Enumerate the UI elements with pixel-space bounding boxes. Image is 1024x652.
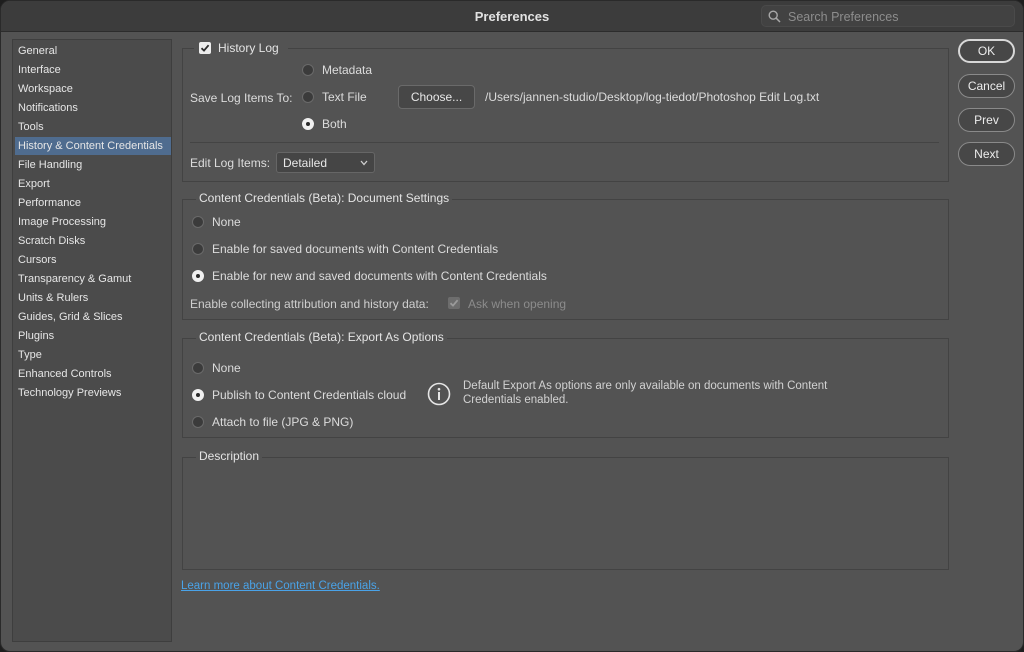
search-icon bbox=[768, 10, 781, 23]
export-attach-radio[interactable] bbox=[192, 416, 204, 428]
info-text-line2: Credentials enabled. bbox=[463, 394, 569, 406]
history-log-header: History Log bbox=[194, 40, 289, 56]
divider bbox=[190, 142, 939, 143]
export-none-radio[interactable] bbox=[192, 362, 204, 374]
doc-saved-radio[interactable] bbox=[192, 243, 204, 255]
next-button[interactable]: Next bbox=[958, 142, 1015, 166]
checkmark-icon bbox=[449, 299, 459, 307]
sidebar-item-scratch-disks[interactable]: Scratch Disks bbox=[15, 232, 171, 250]
save-log-items-label: Save Log Items To: bbox=[190, 91, 293, 105]
export-publish-label[interactable]: Publish to Content Credentials cloud bbox=[212, 388, 406, 402]
edit-log-items-value: Detailed bbox=[283, 156, 328, 170]
description-title: Description bbox=[196, 449, 263, 463]
document-settings-title: Content Credentials (Beta): Document Set… bbox=[196, 191, 453, 205]
sidebar-item-guides-grid-slices[interactable]: Guides, Grid & Slices bbox=[15, 308, 171, 326]
sidebar-item-notifications[interactable]: Notifications bbox=[15, 99, 171, 117]
both-radio[interactable] bbox=[302, 118, 314, 130]
prev-button[interactable]: Prev bbox=[958, 108, 1015, 132]
sidebar-item-history-content-credentials[interactable]: History & Content Credentials bbox=[15, 137, 171, 155]
sidebar-item-transparency-gamut[interactable]: Transparency & Gamut bbox=[15, 270, 171, 288]
sidebar-item-type[interactable]: Type bbox=[15, 346, 171, 364]
edit-log-items-label: Edit Log Items: bbox=[190, 156, 271, 170]
sidebar-item-interface[interactable]: Interface bbox=[15, 61, 171, 79]
edit-log-items-select[interactable]: Detailed bbox=[276, 152, 375, 173]
sidebar-item-cursors[interactable]: Cursors bbox=[15, 251, 171, 269]
choose-button[interactable]: Choose... bbox=[398, 85, 475, 109]
cancel-button[interactable]: Cancel bbox=[958, 74, 1015, 98]
sidebar-item-technology-previews[interactable]: Technology Previews bbox=[15, 384, 171, 402]
metadata-radio[interactable] bbox=[302, 64, 314, 76]
learn-more-link[interactable]: Learn more about Content Credentials. bbox=[181, 580, 380, 592]
info-text-line1: Default Export As options are only avail… bbox=[463, 380, 828, 392]
preferences-window: Preferences General Interface Workspace … bbox=[0, 0, 1024, 652]
history-log-title: History Log bbox=[218, 41, 279, 55]
checkmark-icon bbox=[200, 44, 210, 52]
ok-button[interactable]: OK bbox=[958, 39, 1015, 63]
both-label[interactable]: Both bbox=[322, 117, 347, 131]
title-bar: Preferences bbox=[1, 1, 1023, 32]
text-file-label[interactable]: Text File bbox=[322, 90, 367, 104]
sidebar-item-enhanced-controls[interactable]: Enhanced Controls bbox=[15, 365, 171, 383]
ask-when-opening-label: Ask when opening bbox=[468, 297, 567, 311]
doc-none-radio[interactable] bbox=[192, 216, 204, 228]
doc-new-saved-label[interactable]: Enable for new and saved documents with … bbox=[212, 269, 547, 283]
sidebar-item-general[interactable]: General bbox=[15, 42, 171, 60]
export-none-label[interactable]: None bbox=[212, 361, 241, 375]
doc-new-saved-radio[interactable] bbox=[192, 270, 204, 282]
search-input[interactable] bbox=[786, 7, 1010, 27]
history-log-checkbox[interactable] bbox=[199, 42, 211, 54]
sidebar-item-plugins[interactable]: Plugins bbox=[15, 327, 171, 345]
sidebar: General Interface Workspace Notification… bbox=[12, 39, 172, 642]
doc-none-label[interactable]: None bbox=[212, 215, 241, 229]
export-publish-radio[interactable] bbox=[192, 389, 204, 401]
log-file-path: /Users/jannen-studio/Desktop/log-tiedot/… bbox=[485, 90, 820, 104]
info-circle-icon bbox=[427, 382, 451, 406]
metadata-label[interactable]: Metadata bbox=[322, 63, 372, 77]
sidebar-item-file-handling[interactable]: File Handling bbox=[15, 156, 171, 174]
text-file-radio[interactable] bbox=[302, 91, 314, 103]
doc-saved-label[interactable]: Enable for saved documents with Content … bbox=[212, 242, 498, 256]
sidebar-item-image-processing[interactable]: Image Processing bbox=[15, 213, 171, 231]
collecting-attribution-label: Enable collecting attribution and histor… bbox=[190, 297, 429, 311]
description-panel bbox=[182, 457, 949, 570]
sidebar-item-workspace[interactable]: Workspace bbox=[15, 80, 171, 98]
export-attach-label[interactable]: Attach to file (JPG & PNG) bbox=[212, 415, 353, 429]
sidebar-item-units-rulers[interactable]: Units & Rulers bbox=[15, 289, 171, 307]
sidebar-item-performance[interactable]: Performance bbox=[15, 194, 171, 212]
chevron-down-icon bbox=[360, 160, 368, 166]
ask-when-opening-checkbox[interactable] bbox=[448, 297, 460, 309]
sidebar-item-export[interactable]: Export bbox=[15, 175, 171, 193]
export-options-title: Content Credentials (Beta): Export As Op… bbox=[196, 330, 447, 344]
sidebar-item-tools[interactable]: Tools bbox=[15, 118, 171, 136]
search-box[interactable] bbox=[761, 5, 1015, 27]
